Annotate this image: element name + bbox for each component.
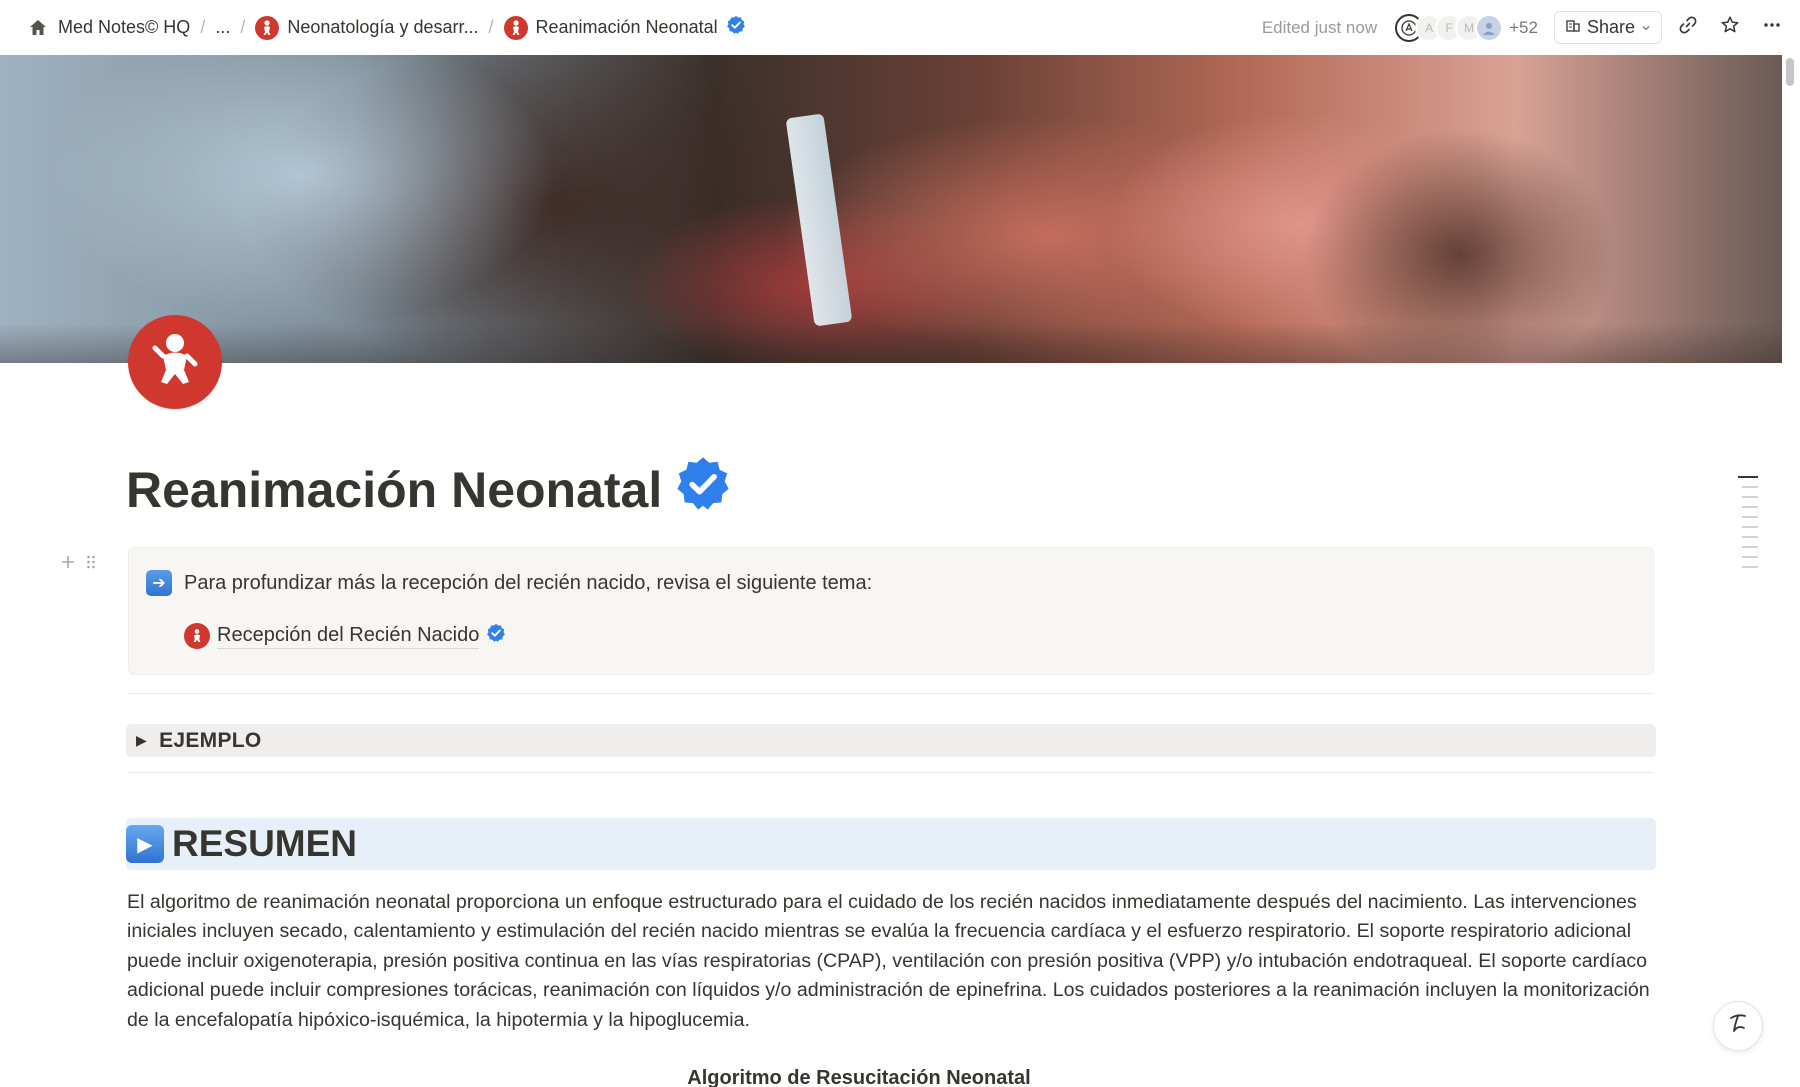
ai-assistant-icon: [1725, 1010, 1751, 1043]
resumen-heading[interactable]: ▶ RESUMEN: [126, 818, 1656, 870]
algorithm-subheading[interactable]: Algoritmo de Resucitación Neonatal: [0, 1067, 1718, 1087]
breadcrumb-item-neonatologia[interactable]: Neonatología y desarr...: [249, 12, 484, 44]
toc-line[interactable]: [1742, 516, 1758, 518]
favorite-button[interactable]: [1714, 12, 1746, 44]
page-title[interactable]: Reanimación Neonatal: [126, 455, 732, 525]
baby-red-icon: [184, 623, 210, 649]
page-mention-link[interactable]: Recepción del Recién Nacido: [184, 623, 506, 649]
toc-line[interactable]: [1742, 536, 1758, 538]
toggle-triangle-icon[interactable]: ▶: [136, 732, 147, 749]
divider: [128, 693, 1654, 694]
baby-red-icon: [143, 328, 207, 397]
topbar-actions: Edited just now A F M +52 Share: [1262, 0, 1788, 55]
callout-block[interactable]: ➔ Para profundizar más la recepción del …: [128, 547, 1654, 675]
breadcrumb-label: Med Notes© HQ: [58, 17, 191, 37]
toc-line[interactable]: [1742, 496, 1758, 498]
toggle-label[interactable]: EJEMPLO: [159, 729, 261, 753]
play-button-icon: ▶: [126, 825, 164, 863]
arrow-right-icon: ➔: [146, 570, 172, 596]
breadcrumb-item-ellipsis[interactable]: ...: [209, 13, 236, 42]
chevron-down-icon: [1641, 17, 1651, 38]
share-label: Share: [1586, 17, 1635, 37]
breadcrumb-separator: /: [200, 17, 206, 37]
more-members-count[interactable]: +52: [1509, 18, 1538, 38]
toggle-block[interactable]: ▶ EJEMPLO: [126, 724, 1656, 757]
edited-status: Edited just now: [1261, 17, 1378, 37]
scrollbar-thumb[interactable]: [1786, 58, 1794, 86]
top-bar: Med Notes© HQ / ... / Neonatología y des…: [0, 0, 1800, 55]
page-title-text[interactable]: Reanimación Neonatal: [126, 461, 662, 519]
share-icon: [1565, 17, 1581, 38]
more-options-button[interactable]: [1756, 12, 1788, 44]
toc-line[interactable]: [1742, 566, 1758, 568]
avatar-group[interactable]: A F M +52: [1395, 13, 1544, 42]
avatar[interactable]: [1475, 13, 1504, 42]
resumen-paragraph[interactable]: El algoritmo de reanimación neonatal pro…: [127, 888, 1657, 1035]
more-horizontal-icon: [1762, 15, 1782, 40]
breadcrumb-label: Neonatología y desarr...: [287, 17, 479, 37]
table-of-contents-minimap[interactable]: [1738, 476, 1758, 568]
cover-wristband: [785, 113, 853, 327]
share-button[interactable]: Share: [1553, 11, 1662, 44]
cover-image[interactable]: [0, 55, 1782, 363]
toc-line[interactable]: [1742, 526, 1758, 528]
page-icon[interactable]: [128, 315, 222, 409]
toc-line[interactable]: [1742, 486, 1758, 488]
toc-line[interactable]: [1742, 556, 1758, 558]
breadcrumb-label: Reanimación Neonatal: [535, 17, 718, 37]
verified-badge-icon: [486, 623, 506, 649]
home-icon: [26, 16, 50, 40]
heading-text[interactable]: RESUMEN: [172, 823, 357, 865]
baby-red-icon: [503, 15, 528, 40]
cover-shade: [0, 323, 1782, 363]
copy-link-button[interactable]: [1672, 12, 1704, 44]
toc-line[interactable]: [1742, 506, 1758, 508]
breadcrumb-item-current[interactable]: Reanimación Neonatal: [498, 11, 752, 44]
baby-red-icon: [255, 15, 280, 40]
breadcrumb-item-home[interactable]: Med Notes© HQ: [20, 12, 196, 44]
star-icon: [1720, 15, 1740, 40]
link-icon: [1678, 15, 1698, 40]
toc-line[interactable]: [1738, 476, 1758, 478]
mention-label[interactable]: Recepción del Recién Nacido: [217, 624, 480, 649]
divider: [128, 772, 1654, 773]
callout-line: ➔ Para profundizar más la recepción del …: [146, 570, 872, 596]
breadcrumb-separator: /: [240, 17, 246, 37]
notion-ai-button[interactable]: [1713, 1001, 1763, 1051]
block-handle: [60, 550, 96, 576]
drag-handle-icon[interactable]: [86, 550, 96, 576]
callout-text[interactable]: Para profundizar más la recepción del re…: [184, 572, 872, 595]
toc-line[interactable]: [1742, 546, 1758, 548]
verified-badge-icon: [726, 15, 746, 40]
breadcrumb-label: ...: [215, 17, 231, 37]
add-block-icon[interactable]: [60, 550, 76, 576]
breadcrumb-separator: /: [488, 17, 494, 37]
verified-badge-icon: [674, 455, 732, 525]
breadcrumb: Med Notes© HQ / ... / Neonatología y des…: [0, 0, 752, 55]
